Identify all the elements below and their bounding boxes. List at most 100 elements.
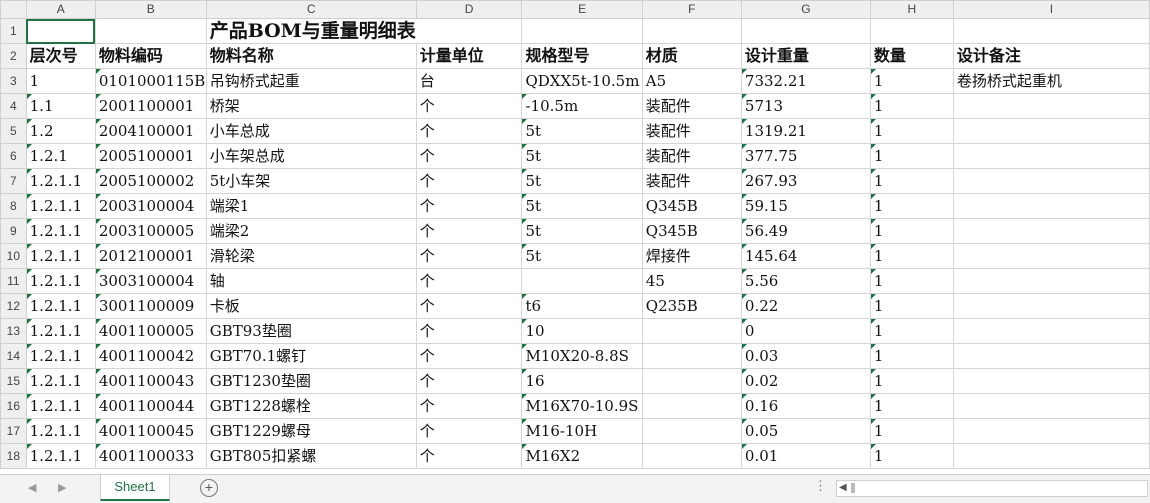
cell[interactable]: 吊钩桥式起重 — [205, 68, 417, 94]
cell[interactable]: 0 — [740, 318, 871, 344]
cell[interactable]: 3001100009 — [94, 293, 207, 319]
cell[interactable] — [952, 118, 1150, 144]
cell[interactable] — [952, 343, 1150, 369]
cell[interactable]: 1.2.1.1 — [25, 243, 96, 269]
cell[interactable] — [740, 18, 871, 44]
row-header[interactable]: 1 — [0, 18, 27, 44]
cell[interactable]: 1.2.1.1 — [25, 293, 96, 319]
cell[interactable]: 装配件 — [641, 93, 742, 119]
cell[interactable]: -10.5m — [521, 93, 643, 119]
cell[interactable] — [641, 318, 742, 344]
cell[interactable]: GBT805扣紧螺 — [205, 443, 417, 469]
cell[interactable] — [641, 393, 742, 419]
cell[interactable]: 59.15 — [740, 193, 871, 219]
column-title[interactable]: 物料编码 — [94, 43, 207, 69]
cell[interactable] — [521, 268, 643, 294]
cell[interactable] — [641, 18, 742, 44]
cell[interactable]: 装配件 — [641, 118, 742, 144]
cell[interactable] — [952, 268, 1150, 294]
column-header-g[interactable]: G — [740, 0, 871, 19]
cell[interactable]: 个 — [415, 93, 523, 119]
cell[interactable]: 1 — [869, 243, 954, 269]
cell[interactable]: GBT1230垫圈 — [205, 368, 417, 394]
cell[interactable] — [641, 418, 742, 444]
cell[interactable]: 个 — [415, 443, 523, 469]
cell[interactable] — [952, 193, 1150, 219]
cell[interactable]: 2005100002 — [94, 168, 207, 194]
select-all-corner[interactable] — [0, 0, 27, 19]
cell[interactable]: 个 — [415, 218, 523, 244]
cell[interactable]: 0.02 — [740, 368, 871, 394]
cell[interactable]: 2003100004 — [94, 193, 207, 219]
row-header[interactable]: 9 — [0, 218, 27, 244]
row-header[interactable]: 3 — [0, 68, 27, 94]
cell[interactable]: 1 — [869, 293, 954, 319]
column-header-h[interactable]: H — [869, 0, 954, 19]
cell[interactable] — [415, 18, 523, 44]
column-title[interactable]: 计量单位 — [415, 43, 523, 69]
cell[interactable]: 5t — [521, 168, 643, 194]
cell[interactable]: 377.75 — [740, 143, 871, 169]
cell[interactable]: 45 — [641, 268, 742, 294]
cell[interactable]: 1.2.1.1 — [25, 218, 96, 244]
cell[interactable]: 卷扬桥式起重机 — [952, 68, 1150, 94]
row-header[interactable]: 2 — [0, 43, 27, 69]
cell[interactable]: 装配件 — [641, 168, 742, 194]
column-title[interactable]: 设计备注 — [952, 43, 1150, 69]
row-header[interactable]: 15 — [0, 368, 27, 394]
cell[interactable]: 滑轮梁 — [205, 243, 417, 269]
cell[interactable]: 2001100001 — [94, 93, 207, 119]
cell[interactable]: 10 — [521, 318, 643, 344]
spreadsheet-grid[interactable]: A B C D E F G H I 1 产品BOM与重量明细表 2 层次号 物料编码 物料名称 计量单位 规格型… — [0, 0, 1150, 474]
cell[interactable]: 1 — [869, 168, 954, 194]
cell[interactable] — [641, 368, 742, 394]
cell[interactable]: 1.2.1.1 — [25, 318, 96, 344]
cell[interactable]: M16-10H — [521, 418, 643, 444]
cell[interactable] — [952, 93, 1150, 119]
row-header[interactable]: 7 — [0, 168, 27, 194]
cell[interactable]: 个 — [415, 143, 523, 169]
cell[interactable] — [641, 343, 742, 369]
cell-b1[interactable] — [94, 18, 207, 44]
cell[interactable]: GBT1229螺母 — [205, 418, 417, 444]
cell[interactable]: 端梁1 — [205, 193, 417, 219]
cell[interactable]: A5 — [641, 68, 742, 94]
cell[interactable]: 1.2.1.1 — [25, 343, 96, 369]
cell[interactable]: 3003100004 — [94, 268, 207, 294]
sheet-title[interactable]: 产品BOM与重量明细表 — [205, 18, 417, 44]
cell[interactable]: 个 — [415, 193, 523, 219]
cell[interactable]: 2003100005 — [94, 218, 207, 244]
cell[interactable]: 1.2.1.1 — [25, 418, 96, 444]
cell[interactable] — [952, 18, 1150, 44]
column-header-f[interactable]: F — [641, 0, 742, 19]
cell[interactable]: 267.93 — [740, 168, 871, 194]
cell[interactable] — [952, 368, 1150, 394]
cell[interactable]: M10X20-8.8S — [521, 343, 643, 369]
column-title[interactable]: 层次号 — [25, 43, 96, 69]
cell[interactable]: 5t小车架 — [205, 168, 417, 194]
cell[interactable]: 1.2 — [25, 118, 96, 144]
row-header[interactable]: 10 — [0, 243, 27, 269]
cell[interactable]: 0.03 — [740, 343, 871, 369]
cell[interactable]: 台 — [415, 68, 523, 94]
sheet-tab[interactable]: Sheet1 — [100, 475, 170, 501]
cell[interactable]: 0.22 — [740, 293, 871, 319]
row-header[interactable]: 6 — [0, 143, 27, 169]
cell[interactable]: 0.01 — [740, 443, 871, 469]
cell[interactable]: 1319.21 — [740, 118, 871, 144]
cell[interactable] — [952, 293, 1150, 319]
row-header[interactable]: 11 — [0, 268, 27, 294]
column-header-i[interactable]: I — [952, 0, 1150, 19]
prev-sheet-icon[interactable]: ◀ — [28, 481, 36, 494]
cell[interactable]: 1.2.1.1 — [25, 268, 96, 294]
column-header-e[interactable]: E — [521, 0, 643, 19]
cell[interactable] — [952, 218, 1150, 244]
cell[interactable]: 装配件 — [641, 143, 742, 169]
row-header[interactable]: 5 — [0, 118, 27, 144]
cell[interactable]: 个 — [415, 293, 523, 319]
cell[interactable]: 2004100001 — [94, 118, 207, 144]
cell[interactable]: t6 — [521, 293, 643, 319]
cell[interactable] — [952, 393, 1150, 419]
column-title[interactable]: 规格型号 — [521, 43, 643, 69]
cell[interactable]: GBT1228螺栓 — [205, 393, 417, 419]
